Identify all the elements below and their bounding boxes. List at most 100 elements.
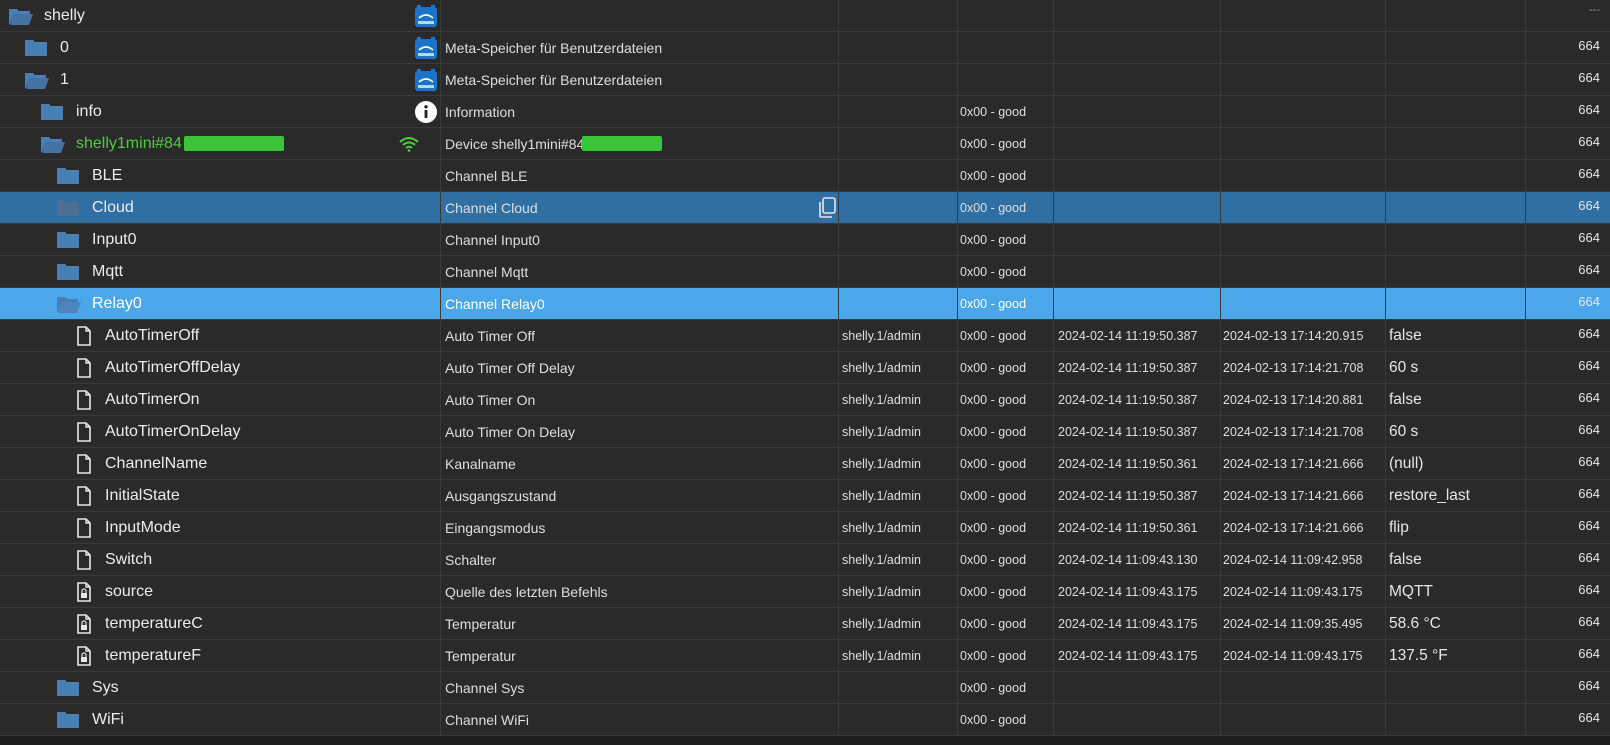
folder-open-icon[interactable] [56,294,82,319]
tree-item-name-cell[interactable]: Sys [92,672,430,703]
column-divider [1525,512,1526,543]
tree-item-name-cell[interactable]: source [105,576,430,607]
role-cell: shelly.1/admin [842,488,921,503]
file-icon[interactable] [76,454,92,479]
tree-row[interactable]: AutoTimerOnDelay Auto Timer On Delay shell… [0,416,1610,448]
tree-row[interactable]: InitialState Ausgangszustand shelly.1/admi… [0,480,1610,512]
folder-icon[interactable] [56,710,80,734]
tree-row[interactable]: info Information 0x00 - good 664 [0,96,1610,128]
tree-item-name-cell[interactable]: Cloud [92,192,430,223]
status-cell: 0x00 - good [960,392,1027,407]
acl-cell: 664 [1578,166,1600,181]
folder-icon[interactable] [56,262,80,286]
folder-open-icon[interactable] [8,6,34,31]
status-cell: 0x00 - good [960,104,1027,119]
tree-item-name-cell[interactable]: info [76,96,430,127]
tree-item-name: InputMode [105,518,181,536]
tree-row[interactable]: source Quelle des letzten Befehls shelly.1… [0,576,1610,608]
file-icon[interactable] [76,390,92,415]
tree-item-name-cell[interactable]: 0 [60,32,430,63]
tree-row[interactable]: shelly --- [0,0,1610,32]
tree-row[interactable]: Cloud Channel Cloud 0x00 - good 664 [0,192,1610,224]
tree-row[interactable]: InputMode Eingangsmodus shelly.1/admin 0x00… [0,512,1610,544]
tree-item-name-cell[interactable]: WiFi [92,704,430,735]
tree-row[interactable]: 0 Meta-Speicher für Benutzerdateien 664 [0,32,1610,64]
tree-item-name-cell[interactable]: shelly [44,0,430,31]
tree-row[interactable]: Input0 Channel Input0 0x00 - good 664 [0,224,1610,256]
tree-row[interactable]: Sys Channel Sys 0x00 - good 664 [0,672,1610,704]
value-cell[interactable]: restore_last [1389,480,1470,511]
value-cell[interactable]: 60 s [1389,352,1418,383]
column-divider [838,512,839,543]
value-cell[interactable]: (null) [1389,448,1423,479]
value-cell[interactable]: false [1389,384,1422,415]
tree-item-name-cell[interactable]: temperatureC [105,608,430,639]
file-lock-icon[interactable] [76,614,92,639]
tree-row[interactable]: temperatureF Temperatur shelly.1/admin 0x00… [0,640,1610,672]
tree-item-name-cell[interactable]: temperatureF [105,640,430,671]
file-icon[interactable] [76,486,92,511]
timestamp-cell: 2024-02-14 11:09:43.175 [1058,616,1198,631]
tree-row[interactable]: BLE Channel BLE 0x00 - good 664 [0,160,1610,192]
tree-item-name-cell[interactable]: AutoTimerOffDelay [105,352,430,383]
tree-item-name-cell[interactable]: Relay0 [92,288,430,319]
folder-icon[interactable] [56,230,80,254]
tree-item-name-cell[interactable]: InitialState [105,480,430,511]
file-lock-icon[interactable] [76,582,92,607]
column-divider [838,320,839,351]
tree-row[interactable]: AutoTimerOn Auto Timer On shelly.1/admin 0x… [0,384,1610,416]
folder-open-icon[interactable] [40,134,66,159]
column-divider [1525,704,1526,735]
tree-item-name-cell[interactable]: Mqtt [92,256,430,287]
tree-row[interactable]: shelly1mini#84 Device shelly1mini#84f 0x00… [0,128,1610,160]
folder-icon[interactable] [24,38,48,62]
folder-icon[interactable] [56,678,80,702]
tree-item-name-cell[interactable]: shelly1mini#84 [76,128,430,159]
tree-item-name-cell[interactable]: AutoTimerOnDelay [105,416,430,447]
value-cell[interactable]: 60 s [1389,416,1418,447]
tree-item-name-cell[interactable]: AutoTimerOff [105,320,430,351]
tree-row[interactable]: ChannelName Kanalname shelly.1/admin 0x00 -… [0,448,1610,480]
acl-cell: 664 [1578,486,1600,501]
tree-item-name-cell[interactable]: Input0 [92,224,430,255]
column-divider [1525,96,1526,127]
column-divider [1385,704,1386,735]
column-divider [1220,352,1221,383]
tree-row[interactable]: Mqtt Channel Mqtt 0x00 - good 664 [0,256,1610,288]
value-cell[interactable]: 58.6 °C [1389,608,1441,639]
tree-item-name-cell[interactable]: ChannelName [105,448,430,479]
value-cell[interactable]: false [1389,544,1422,575]
tree-row[interactable]: WiFi Channel WiFi 0x00 - good 664 [0,704,1610,736]
folder-icon[interactable] [56,166,80,190]
tree-item-name-cell[interactable]: Switch [105,544,430,575]
file-icon[interactable] [76,518,92,543]
tree-item-name-cell[interactable]: AutoTimerOn [105,384,430,415]
value-cell[interactable]: 137.5 °F [1389,640,1448,671]
tree-row[interactable]: AutoTimerOffDelay Auto Timer Off Delay she… [0,352,1610,384]
value-cell[interactable]: MQTT [1389,576,1433,607]
tree-item-name-cell[interactable]: BLE [92,160,430,191]
tree-row[interactable]: AutoTimerOff Auto Timer Off shelly.1/admin… [0,320,1610,352]
file-icon[interactable] [76,550,92,575]
acl-cell: 664 [1578,422,1600,437]
tree-item-name-cell[interactable]: InputMode [105,512,430,543]
tree-item-name-cell[interactable]: 1 [60,64,430,95]
folder-icon[interactable] [56,198,80,222]
tree-item-name: Switch [105,550,153,568]
folder-icon[interactable] [40,102,64,126]
value-cell[interactable]: false [1389,320,1422,351]
folder-open-icon[interactable] [24,70,50,95]
file-icon[interactable] [76,422,92,447]
tree-row[interactable]: 1 Meta-Speicher für Benutzerdateien 664 [0,64,1610,96]
value-cell[interactable]: flip [1389,512,1409,543]
file-icon[interactable] [76,326,92,351]
column-divider [1220,224,1221,255]
tree-row[interactable]: Relay0 Channel Relay0 0x00 - good 664 [0,288,1610,320]
column-divider [957,608,958,639]
column-divider [1053,128,1054,159]
file-icon[interactable] [76,358,92,383]
tree-row[interactable]: temperatureC Temperatur shelly.1/admin 0x00… [0,608,1610,640]
file-lock-icon[interactable] [76,646,92,671]
tree-row[interactable]: Switch Schalter shelly.1/admin 0x00 - good 2… [0,544,1610,576]
copy-icon[interactable] [817,197,837,224]
